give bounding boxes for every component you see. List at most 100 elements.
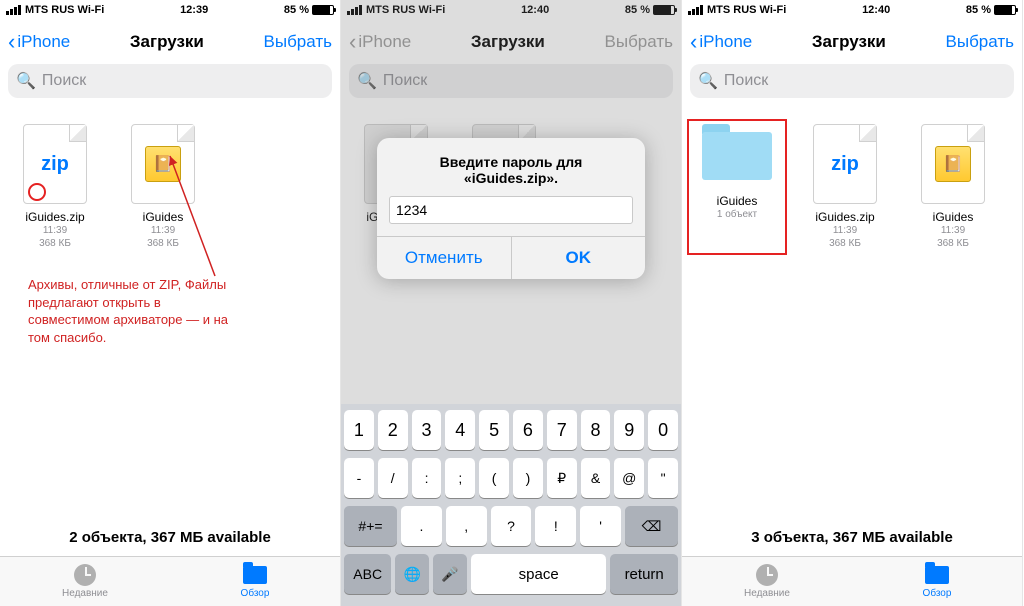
screen-1: MTS RUS Wi-Fi 12:39 85 % ‹iPhone Загрузк… [0,0,341,606]
mic-icon: 🎤 [441,566,458,583]
search-field[interactable]: 🔍 Поиск [690,64,1014,98]
cancel-button[interactable]: Отменить [377,237,512,279]
zip-icon: zip [23,124,87,204]
file-item[interactable]: 📔 iGuides 11:39 368 КБ [908,124,998,250]
key[interactable]: 4 [445,410,475,450]
back-label: iPhone [17,32,70,52]
zip-icon: zip [813,124,877,204]
battery-percent: 85 % [966,4,991,16]
globe-icon: 🌐 [404,566,421,583]
key[interactable]: ' [580,506,621,546]
page-title: Загрузки [752,32,945,52]
search-icon: 🔍 [698,71,718,91]
nav-bar: ‹iPhone Загрузки Выбрать [0,20,340,64]
key[interactable]: 1 [344,410,374,450]
carrier-label: MTS RUS Wi-Fi [707,4,786,16]
annotation-arrow [160,136,240,286]
key[interactable]: " [648,458,678,498]
key[interactable]: ! [535,506,576,546]
alert-message: Введите пароль для «iGuides.zip». [377,138,645,196]
key[interactable]: 0 [648,410,678,450]
page-title: Загрузки [70,32,263,52]
key[interactable]: 2 [378,410,408,450]
back-button[interactable]: ‹iPhone [8,29,70,55]
nav-bar: ‹iPhone Загрузки Выбрать [682,20,1022,64]
key[interactable]: 6 [513,410,543,450]
tab-label: Недавние [62,588,108,599]
file-time: 11:39 [43,224,67,237]
file-grid: zip iGuides.zip 11:39 368 КБ 📔 iGuides 1… [0,106,340,519]
project-icon: 📔 [921,124,985,204]
annotation-circle [28,183,46,201]
search-icon: 🔍 [16,71,36,91]
folder-icon [925,566,949,584]
key[interactable]: 7 [547,410,577,450]
carrier-label: MTS RUS Wi-Fi [25,4,104,16]
tab-label: Обзор [241,588,270,599]
signal-icon [6,5,21,15]
key-backspace[interactable]: ⌫ [625,506,678,546]
key[interactable]: 5 [479,410,509,450]
keyboard: 1 2 3 4 5 6 7 8 9 0 - / : ; ( ) ₽ & @ " … [341,404,681,606]
file-size: 368 КБ [39,237,71,250]
key-globe[interactable]: 🌐 [395,554,429,594]
key[interactable]: 3 [412,410,442,450]
file-name: iGuides [933,210,974,224]
key[interactable]: ₽ [547,458,577,498]
tab-label: Обзор [923,588,952,599]
file-size: 368 КБ [829,237,861,250]
search-field[interactable]: 🔍 Поиск [8,64,332,98]
battery-percent: 85 % [284,4,309,16]
search-placeholder: Поиск [42,72,86,90]
file-item[interactable]: zip iGuides.zip 11:39 368 КБ [800,124,890,250]
key[interactable]: 9 [614,410,644,450]
folder-icon [702,124,772,180]
key[interactable]: 8 [581,410,611,450]
file-name: iGuides.zip [815,210,874,224]
screen-2: MTS RUS Wi-Fi 12:40 85 % ‹iPhone Загрузк… [341,0,682,606]
ok-button[interactable]: OK [512,237,646,279]
key-symbols[interactable]: #+= [344,506,397,546]
status-time: 12:40 [786,4,966,16]
file-grid: iGuides 1 объект zip iGuides.zip 11:39 3… [682,106,1022,519]
key[interactable]: - [344,458,374,498]
key[interactable]: , [446,506,487,546]
back-button[interactable]: ‹iPhone [690,29,752,55]
file-item[interactable]: zip iGuides.zip 11:39 368 КБ [10,124,100,250]
key[interactable]: : [412,458,442,498]
key[interactable]: & [581,458,611,498]
file-item-folder[interactable]: iGuides 1 объект [692,124,782,250]
select-button[interactable]: Выбрать [264,32,332,52]
key[interactable]: ( [479,458,509,498]
tab-recent[interactable]: Недавние [0,557,170,606]
tab-recent[interactable]: Недавние [682,557,852,606]
file-size: 368 КБ [937,237,969,250]
key[interactable]: ? [491,506,532,546]
key[interactable]: @ [614,458,644,498]
select-button[interactable]: Выбрать [946,32,1014,52]
chevron-left-icon: ‹ [8,29,15,55]
tab-label: Недавние [744,588,790,599]
clock-icon [756,564,778,586]
file-name: iGuides [717,194,758,208]
key-space[interactable]: space [471,554,606,594]
key[interactable]: ) [513,458,543,498]
key[interactable]: ; [445,458,475,498]
key[interactable]: . [401,506,442,546]
status-time: 12:39 [104,4,284,16]
summary-label: 2 объекта, 367 МБ available [0,519,340,556]
key-return[interactable]: return [610,554,678,594]
key-abc[interactable]: ABC [344,554,391,594]
key-mic[interactable]: 🎤 [433,554,467,594]
folder-icon [243,566,267,584]
screen-3: MTS RUS Wi-Fi 12:40 85 % ‹iPhone Загрузк… [682,0,1023,606]
clock-icon [74,564,96,586]
tab-browse[interactable]: Обзор [170,557,340,606]
summary-label: 3 объекта, 367 МБ available [682,519,1022,556]
annotation-text: Архивы, отличные от ZIP, Файлы предлагаю… [28,276,238,346]
password-input[interactable] [389,196,633,224]
chevron-left-icon: ‹ [690,29,697,55]
tab-browse[interactable]: Обзор [852,557,1022,606]
key[interactable]: / [378,458,408,498]
file-time: 11:39 [941,224,965,237]
